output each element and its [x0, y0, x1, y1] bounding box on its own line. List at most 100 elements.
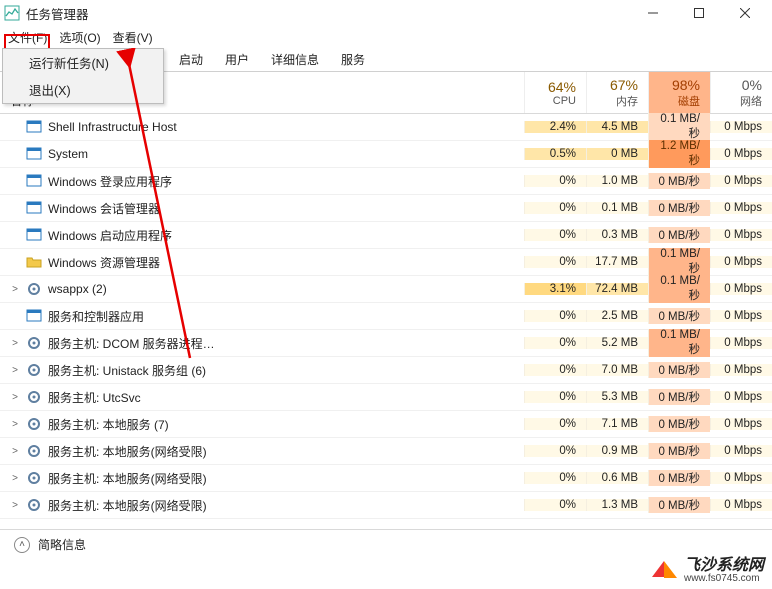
expand-icon[interactable]: > — [10, 419, 20, 430]
menu-options[interactable]: 选项(O) — [53, 27, 106, 48]
process-name: 服务主机: 本地服务(网络受限) — [48, 497, 207, 514]
cpu-cell: 2.4% — [524, 121, 586, 133]
expand-icon[interactable]: > — [10, 338, 20, 349]
process-name: 服务主机: 本地服务(网络受限) — [48, 443, 207, 460]
memory-cell: 1.0 MB — [586, 175, 648, 187]
table-row[interactable]: >服务和控制器应用0%2.5 MB0 MB/秒0 Mbps — [0, 303, 772, 330]
disk-cell: 1.2 MB/秒 — [648, 140, 710, 168]
expand-icon[interactable]: > — [10, 392, 20, 403]
minimize-button[interactable] — [630, 0, 676, 26]
expand-icon[interactable]: > — [10, 473, 20, 484]
disk-cell: 0 MB/秒 — [648, 497, 710, 513]
col-memory[interactable]: 67% 内存 — [586, 72, 648, 113]
disk-cell: 0.1 MB/秒 — [648, 113, 710, 141]
process-name: 服务和控制器应用 — [48, 308, 144, 325]
col-cpu[interactable]: 64% CPU — [524, 72, 586, 113]
memory-cell: 72.4 MB — [586, 283, 648, 295]
network-cell: 0 Mbps — [710, 418, 772, 430]
col-disk[interactable]: 98% 磁盘 — [648, 72, 710, 113]
menu-run-new-task[interactable]: 运行新任务(N) — [3, 49, 163, 76]
cpu-cell: 0% — [524, 391, 586, 403]
table-row[interactable]: >Windows 会话管理器0%0.1 MB0 MB/秒0 Mbps — [0, 195, 772, 222]
table-row[interactable]: >服务主机: 本地服务(网络受限)0%0.6 MB0 MB/秒0 Mbps — [0, 465, 772, 492]
expand-icon[interactable]: > — [10, 446, 20, 457]
disk-cell: 0.1 MB/秒 — [648, 248, 710, 276]
table-row[interactable]: >System0.5%0 MB1.2 MB/秒0 Mbps — [0, 141, 772, 168]
expand-icon[interactable]: > — [10, 365, 20, 376]
network-cell: 0 Mbps — [710, 445, 772, 457]
tab-services[interactable]: 服务 — [330, 47, 376, 72]
process-name-cell: >服务主机: DCOM 服务器进程… — [0, 335, 524, 352]
table-row[interactable]: >Shell Infrastructure Host2.4%4.5 MB0.1 … — [0, 114, 772, 141]
menu-file[interactable]: 文件(F) — [2, 27, 53, 48]
process-icon — [26, 443, 42, 459]
table-body: >Shell Infrastructure Host2.4%4.5 MB0.1 … — [0, 114, 772, 519]
table-row[interactable]: >服务主机: UtcSvc0%5.3 MB0 MB/秒0 Mbps — [0, 384, 772, 411]
process-icon — [26, 416, 42, 432]
table-row[interactable]: >服务主机: 本地服务 (7)0%7.1 MB0 MB/秒0 Mbps — [0, 411, 772, 438]
process-icon — [26, 335, 42, 351]
watermark-name: 飞沙系统网 — [684, 558, 764, 574]
process-icon — [26, 119, 42, 135]
process-name: 服务主机: 本地服务(网络受限) — [48, 470, 207, 487]
table-row[interactable]: >服务主机: Unistack 服务组 (6)0%7.0 MB0 MB/秒0 M… — [0, 357, 772, 384]
process-icon — [26, 200, 42, 216]
close-button[interactable] — [722, 0, 768, 26]
memory-cell: 2.5 MB — [586, 310, 648, 322]
memory-cell: 7.1 MB — [586, 418, 648, 430]
brief-info-link[interactable]: 简略信息 — [38, 536, 86, 553]
process-icon — [26, 254, 42, 270]
network-cell: 0 Mbps — [710, 148, 772, 160]
memory-cell: 7.0 MB — [586, 364, 648, 376]
cpu-cell: 0.5% — [524, 148, 586, 160]
disk-cell: 0 MB/秒 — [648, 200, 710, 216]
memory-cell: 5.3 MB — [586, 391, 648, 403]
memory-cell: 0.9 MB — [586, 445, 648, 457]
menu-view[interactable]: 查看(V) — [107, 27, 159, 48]
table-row[interactable]: >Windows 登录应用程序0%1.0 MB0 MB/秒0 Mbps — [0, 168, 772, 195]
table-row[interactable]: >Windows 资源管理器0%17.7 MB0.1 MB/秒0 Mbps — [0, 249, 772, 276]
expand-icon[interactable]: > — [10, 284, 20, 295]
process-name-cell: >Windows 会话管理器 — [0, 200, 524, 217]
process-name-cell: >服务主机: Unistack 服务组 (6) — [0, 362, 524, 379]
menu-exit[interactable]: 退出(X) — [3, 76, 163, 103]
cpu-cell: 0% — [524, 256, 586, 268]
cpu-cell: 0% — [524, 202, 586, 214]
expand-icon[interactable]: > — [10, 500, 20, 511]
col-network[interactable]: 0% 网络 — [710, 72, 772, 113]
process-name: Windows 登录应用程序 — [48, 173, 172, 190]
disk-cell: 0 MB/秒 — [648, 173, 710, 189]
network-cell: 0 Mbps — [710, 175, 772, 187]
table-row[interactable]: >Windows 启动应用程序0%0.3 MB0 MB/秒0 Mbps — [0, 222, 772, 249]
process-name-cell: > 服务主机: 本地服务(网络受限) — [0, 443, 524, 460]
network-cell: 0 Mbps — [710, 256, 772, 268]
table-row[interactable]: >wsappx (2)3.1%72.4 MB0.1 MB/秒0 Mbps — [0, 276, 772, 303]
disk-cell: 0.1 MB/秒 — [648, 329, 710, 357]
process-icon — [26, 227, 42, 243]
cpu-cell: 0% — [524, 229, 586, 241]
memory-cell: 0.1 MB — [586, 202, 648, 214]
process-table: 名称 64% CPU 67% 内存 98% 磁盘 0% 网络 >Shell In… — [0, 72, 772, 519]
process-icon — [26, 362, 42, 378]
tab-details[interactable]: 详细信息 — [260, 47, 330, 72]
process-name: wsappx (2) — [48, 282, 107, 296]
process-name-cell: >服务和控制器应用 — [0, 308, 524, 325]
table-row[interactable]: > 服务主机: 本地服务(网络受限) 0%0.9 MB0 MB/秒0 Mbps — [0, 438, 772, 465]
chevron-up-icon[interactable]: ˄ — [14, 537, 30, 553]
memory-cell: 0.6 MB — [586, 472, 648, 484]
tab-startup[interactable]: 启动 — [168, 47, 214, 72]
footer: ˄ 简略信息 — [0, 529, 772, 559]
disk-cell: 0 MB/秒 — [648, 308, 710, 324]
cpu-cell: 0% — [524, 445, 586, 457]
app-icon — [4, 5, 20, 21]
table-row[interactable]: >服务主机: 本地服务(网络受限)0%1.3 MB0 MB/秒0 Mbps — [0, 492, 772, 519]
network-cell: 0 Mbps — [710, 121, 772, 133]
table-row[interactable]: >服务主机: DCOM 服务器进程…0%5.2 MB0.1 MB/秒0 Mbps — [0, 330, 772, 357]
process-icon — [26, 470, 42, 486]
disk-cell: 0 MB/秒 — [648, 443, 710, 459]
process-icon — [26, 389, 42, 405]
process-name: Windows 资源管理器 — [48, 254, 160, 271]
tab-users[interactable]: 用户 — [214, 47, 260, 72]
memory-cell: 4.5 MB — [586, 121, 648, 133]
maximize-button[interactable] — [676, 0, 722, 26]
